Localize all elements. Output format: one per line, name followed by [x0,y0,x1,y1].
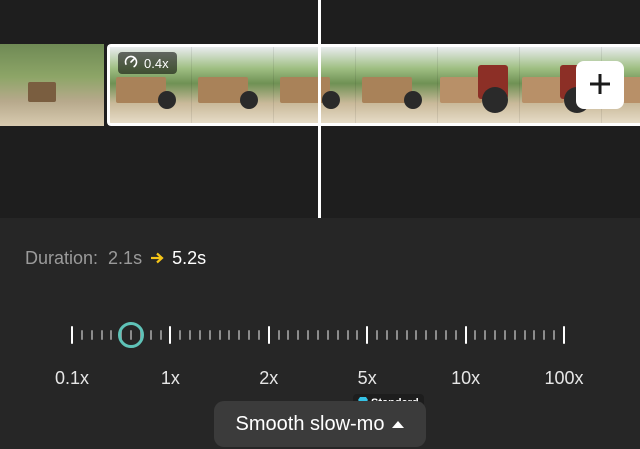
slider-minor-tick [435,330,438,340]
slider-minor-tick [257,330,260,340]
slider-minor-tick [189,330,192,340]
clip-frames [110,47,640,123]
arrow-right-icon [150,248,164,269]
slider-minor-tick [287,330,290,340]
slider-minor-tick [385,330,388,340]
frame-wheel [322,91,340,109]
slider-minor-tick [336,330,339,340]
slider-minor-tick [346,330,349,340]
clip-frame [356,47,438,123]
slider-minor-tick [218,330,221,340]
speed-slider-knob[interactable] [118,322,145,348]
smooth-slow-mo-button[interactable]: Smooth slow-mo [214,401,426,447]
speed-scale-label: 0.1x [54,368,90,388]
slider-major-tick [464,326,467,344]
add-clip-button[interactable] [576,61,624,109]
slider-minor-tick [248,330,251,340]
slider-minor-tick [484,330,487,340]
frame-wheel [482,87,508,113]
slider-minor-tick [326,330,329,340]
slider-minor-tick [90,330,93,340]
slider-major-tick [71,326,73,344]
slider-minor-tick [494,330,497,340]
slider-minor-tick [317,330,319,340]
slider-major-tick [169,326,172,344]
timeline: 0.4x [0,0,640,218]
duration-row: Duration: 2.1s 5.2s [25,248,206,269]
slider-minor-tick [277,330,280,340]
speed-scale-label: 2x [259,368,279,388]
duration-new: 5.2s [172,248,207,268]
plus-icon [589,73,611,98]
slider-minor-tick [179,330,182,340]
slider-minor-tick [533,330,536,340]
speed-panel: Duration: 2.1s 5.2s 0.1x1x2x5x10x100x St… [0,218,640,449]
speed-gauge-icon [124,55,138,72]
clip-vehicle-shape [28,82,56,102]
clip-frame [274,47,356,123]
clip-frame [438,47,520,123]
slider-minor-tick [513,330,516,340]
slider-minor-tick [503,330,506,340]
slider-minor-tick [297,330,300,340]
caret-up-icon [392,420,405,428]
slider-minor-tick [149,330,152,340]
slider-minor-tick [415,330,418,340]
slider-minor-tick [553,330,556,340]
slider-major-tick [267,326,270,344]
slider-minor-tick [228,330,231,340]
frame-trailer [522,77,564,103]
speed-scale-label: 100x [544,368,584,388]
previous-clip-thumbnail[interactable] [0,44,104,126]
slider-minor-tick [80,330,83,340]
frame-wheel [404,91,422,109]
frame-wheel [240,91,258,109]
slider-minor-tick [100,330,103,340]
speed-scale-label: 5x [357,368,377,388]
slider-minor-tick [405,330,408,340]
slider-minor-tick [238,330,241,340]
slider-minor-tick [208,330,211,340]
frame-wheel [158,91,176,109]
slider-minor-tick [198,330,201,340]
slider-minor-tick [159,330,162,340]
selected-clip[interactable]: 0.4x [107,44,640,126]
clip-speed-badge: 0.4x [118,52,177,74]
slider-minor-tick [444,330,447,340]
playhead[interactable] [318,0,321,218]
duration-label: Duration: [25,248,99,268]
slider-major-tick [366,326,369,344]
slider-minor-tick [376,330,379,340]
slider-major-tick [563,326,565,344]
frame-trailer [440,77,482,103]
slider-minor-tick [543,330,546,340]
slider-minor-tick [425,330,428,340]
clip-speed-label: 0.4x [144,55,169,71]
speed-slider[interactable] [60,318,570,354]
slider-minor-tick [474,330,477,340]
speed-scale-label: 10x [451,368,481,388]
slider-minor-tick [356,330,359,340]
slider-minor-tick [110,330,113,340]
slider-minor-tick [395,330,398,340]
slider-minor-tick [523,330,526,340]
slider-minor-tick [454,330,457,340]
slider-minor-tick [307,330,310,340]
clip-frame [192,47,274,123]
speed-scale-label: 1x [160,368,180,388]
duration-original: 2.1s [108,248,143,268]
smooth-slow-mo-label: Smooth slow-mo [235,412,385,435]
